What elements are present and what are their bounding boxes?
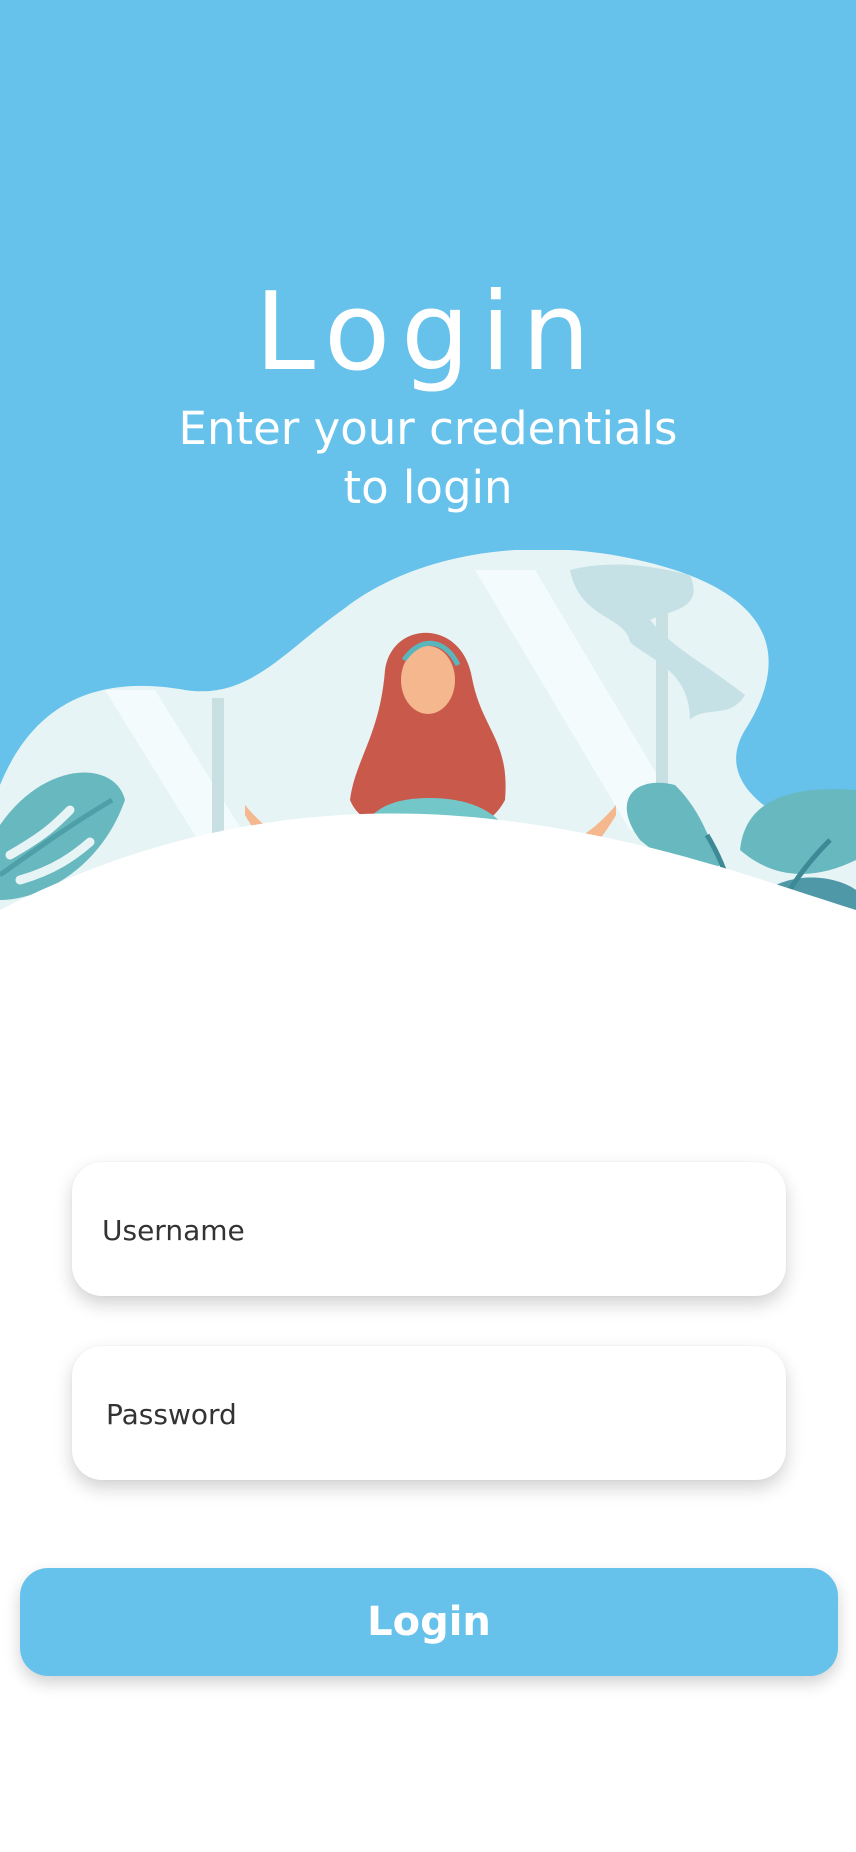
username-input[interactable] (100, 1162, 754, 1298)
username-field (72, 1162, 786, 1298)
page-subtitle: Enter your credentials to login (178, 402, 678, 514)
login-hero: Login Enter your credentials to login (0, 0, 856, 1060)
login-screen: Login Enter your credentials to login Us… (0, 0, 856, 1852)
login-button[interactable]: Login (20, 1568, 838, 1676)
page-title: Login (254, 270, 602, 396)
password-input[interactable] (104, 1346, 758, 1482)
meditation-illustration (0, 550, 856, 1060)
password-field (72, 1346, 786, 1482)
